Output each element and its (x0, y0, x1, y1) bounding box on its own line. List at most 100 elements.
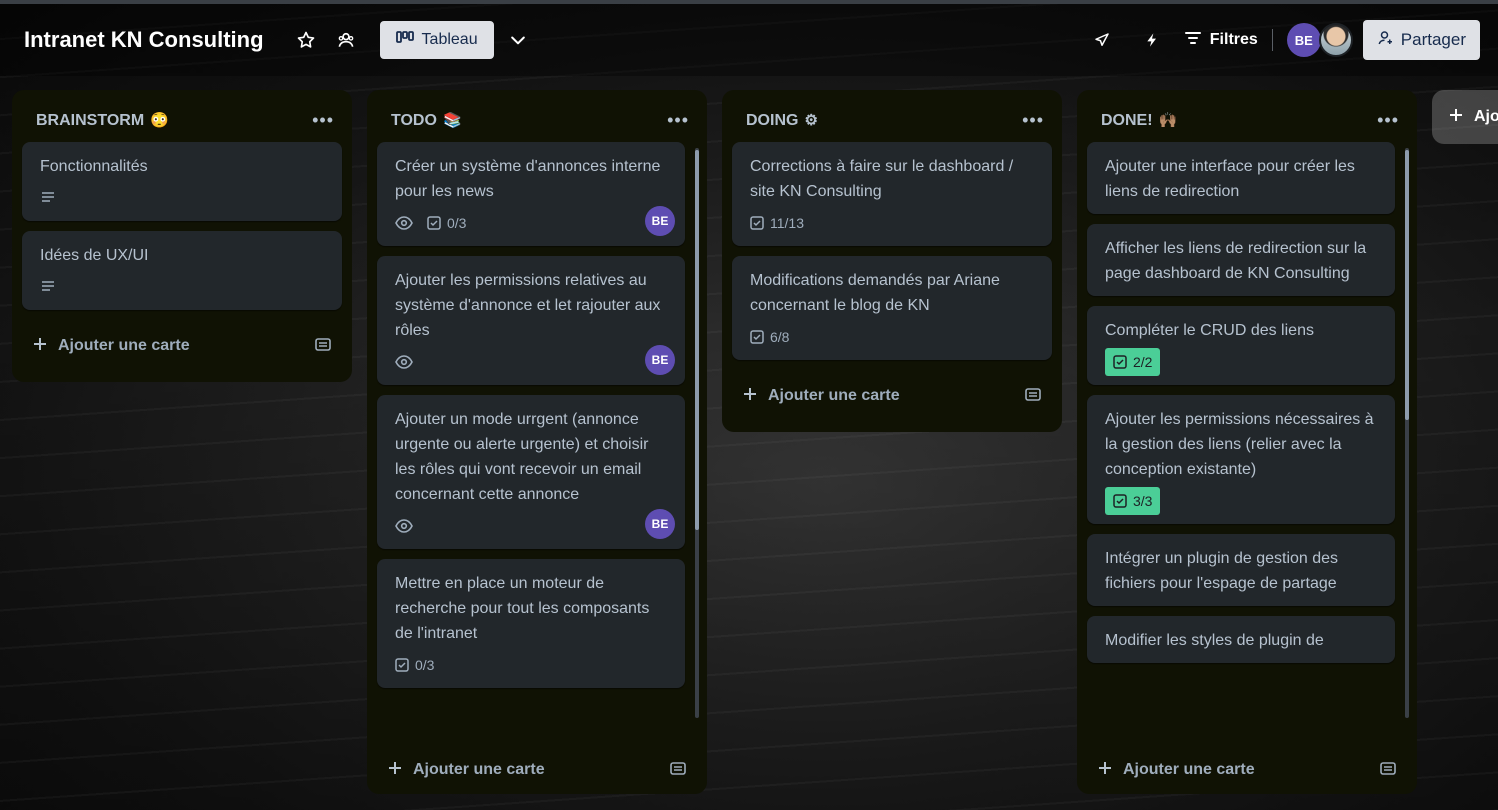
list-header: TODO 📚 ••• (367, 98, 707, 142)
list-brainstorm: BRAINSTORM 😳 ••• Fonctionnalités Idées de… (12, 90, 352, 382)
card-member-avatar[interactable]: BE (645, 206, 675, 236)
add-card-button[interactable]: Ajouter une carte (742, 386, 900, 407)
card-title: Fonctionnalités (40, 158, 148, 175)
filters-label: Filtres (1209, 31, 1258, 48)
card-title: Ajouter les permissions relatives au sys… (395, 272, 661, 339)
filters-button[interactable]: Filtres (1184, 30, 1258, 51)
board-view-label: Tableau (421, 31, 478, 48)
add-card-label: Ajouter une carte (413, 761, 545, 778)
card-title: Mettre en place un moteur de recherche p… (395, 575, 650, 642)
list-menu-icon[interactable]: ••• (1022, 110, 1044, 131)
card[interactable]: Corrections à faire sur le dashboard / s… (732, 142, 1052, 246)
list-doing: DOING ⚙ ••• Corrections à faire sur le da… (722, 90, 1062, 432)
watch-eye-icon (395, 519, 413, 533)
card-title: Créer un système d'annonces interne pour… (395, 158, 661, 200)
template-icon[interactable] (1024, 385, 1042, 408)
add-card-label: Ajouter une carte (1123, 761, 1255, 778)
add-card-row: Ajouter une carte (12, 320, 352, 372)
board-view-icon (395, 30, 414, 51)
checklist-badge: 6/8 (750, 325, 789, 350)
description-icon (40, 191, 56, 205)
add-card-row: Ajouter une carte (722, 370, 1062, 422)
header-divider (1271, 29, 1273, 51)
card[interactable]: Créer un système d'annonces interne pour… (377, 142, 685, 246)
list-header: BRAINSTORM 😳 ••• (12, 98, 352, 142)
list-menu-icon[interactable]: ••• (667, 110, 689, 131)
board-header: Intranet KN Consulting Tableau Filtres B… (0, 4, 1498, 76)
card-member-avatar[interactable]: BE (645, 509, 675, 539)
card-list: Créer un système d'annonces interne pour… (367, 142, 707, 726)
add-list-button[interactable]: Ajo (1432, 90, 1498, 144)
watch-eye-icon (395, 355, 413, 369)
plus-icon (1448, 107, 1464, 128)
list-title[interactable]: DONE! 🙌🏽 (1101, 111, 1177, 130)
card[interactable]: Ajouter les permissions relatives au sys… (377, 256, 685, 385)
description-icon (40, 280, 56, 294)
add-card-button[interactable]: Ajouter une carte (1097, 760, 1255, 781)
template-icon[interactable] (314, 335, 332, 358)
member-avatar-photo[interactable] (1318, 23, 1353, 57)
card[interactable]: Ajouter les permissions nécessaires à la… (1087, 395, 1395, 524)
add-card-label: Ajouter une carte (58, 337, 190, 354)
card[interactable]: Fonctionnalités (22, 142, 342, 221)
card-list: Corrections à faire sur le dashboard / s… (722, 142, 1062, 370)
card[interactable]: Ajouter un mode urrgent (annonce urgente… (377, 395, 685, 549)
add-member-icon (1377, 29, 1395, 52)
automation-bolt-icon[interactable] (1136, 24, 1168, 56)
add-list-label: Ajo (1474, 108, 1498, 125)
list-menu-icon[interactable]: ••• (312, 110, 334, 131)
add-card-label: Ajouter une carte (768, 387, 900, 404)
list-todo: TODO 📚 ••• Créer un système d'annonces in… (367, 90, 707, 794)
list-menu-icon[interactable]: ••• (1377, 110, 1399, 131)
card-title: Corrections à faire sur le dashboard / s… (750, 158, 1014, 200)
list-title[interactable]: DOING ⚙ (746, 111, 818, 130)
add-card-button[interactable]: Ajouter une carte (387, 760, 545, 781)
card[interactable]: Afficher les liens de redirection sur la… (1087, 224, 1395, 296)
board-view-button[interactable]: Tableau (379, 21, 494, 59)
card-title: Modifier les styles de plugin de (1105, 632, 1324, 649)
list-scrollbar-thumb[interactable] (1405, 150, 1409, 420)
list-scrollbar-thumb[interactable] (695, 150, 699, 530)
card-title: Idées de UX/UI (40, 247, 149, 264)
watch-eye-icon (395, 216, 413, 230)
list-done: DONE! 🙌🏽 ••• Ajouter une interface pour c… (1077, 90, 1417, 794)
add-card-row: Ajouter une carte (1077, 744, 1417, 796)
card-title: Modifications demandés par Ariane concer… (750, 272, 1000, 314)
card[interactable]: Intégrer un plugin de gestion des fichie… (1087, 534, 1395, 606)
add-card-button[interactable]: Ajouter une carte (32, 336, 190, 357)
card-title: Compléter le CRUD des liens (1105, 322, 1314, 339)
card-title: Ajouter un mode urrgent (annonce urgente… (395, 411, 649, 503)
checklist-complete-badge: 2/2 (1105, 348, 1161, 376)
card[interactable]: Ajouter une interface pour créer les lie… (1087, 142, 1395, 214)
card-title: Afficher les liens de redirection sur la… (1105, 240, 1367, 282)
chevron-down-icon[interactable] (502, 24, 534, 56)
star-icon[interactable] (290, 24, 322, 56)
card[interactable]: Idées de UX/UI (22, 231, 342, 310)
card[interactable]: Modifications demandés par Ariane concer… (732, 256, 1052, 360)
list-title[interactable]: TODO 📚 (391, 111, 462, 130)
list-header: DOING ⚙ ••• (722, 98, 1062, 142)
list-header: DONE! 🙌🏽 ••• (1077, 98, 1417, 142)
plus-icon (387, 760, 403, 781)
checklist-badge: 0/3 (395, 653, 434, 678)
template-icon[interactable] (669, 759, 687, 782)
plus-icon (32, 336, 48, 357)
visibility-icon[interactable] (330, 24, 362, 56)
card-title: Ajouter les permissions nécessaires à la… (1105, 411, 1374, 478)
card-list: Ajouter une interface pour créer les lie… (1077, 142, 1417, 726)
card-list: Fonctionnalités Idées de UX/UI (12, 142, 352, 320)
card[interactable]: Compléter le CRUD des liens 2/2 (1087, 306, 1395, 385)
list-title[interactable]: BRAINSTORM 😳 (36, 111, 169, 130)
template-icon[interactable] (1379, 759, 1397, 782)
card-member-avatar[interactable]: BE (645, 345, 675, 375)
card[interactable]: Mettre en place un moteur de recherche p… (377, 559, 685, 688)
member-avatar[interactable]: BE (1286, 23, 1321, 57)
card[interactable]: Modifier les styles de plugin de (1087, 616, 1395, 663)
plus-icon (742, 386, 758, 407)
plus-icon (1097, 760, 1113, 781)
board-title[interactable]: Intranet KN Consulting (24, 27, 264, 53)
rocket-icon[interactable] (1086, 24, 1118, 56)
add-card-row: Ajouter une carte (367, 744, 707, 796)
share-button[interactable]: Partager (1362, 20, 1480, 60)
checklist-badge: 0/3 (427, 211, 466, 236)
